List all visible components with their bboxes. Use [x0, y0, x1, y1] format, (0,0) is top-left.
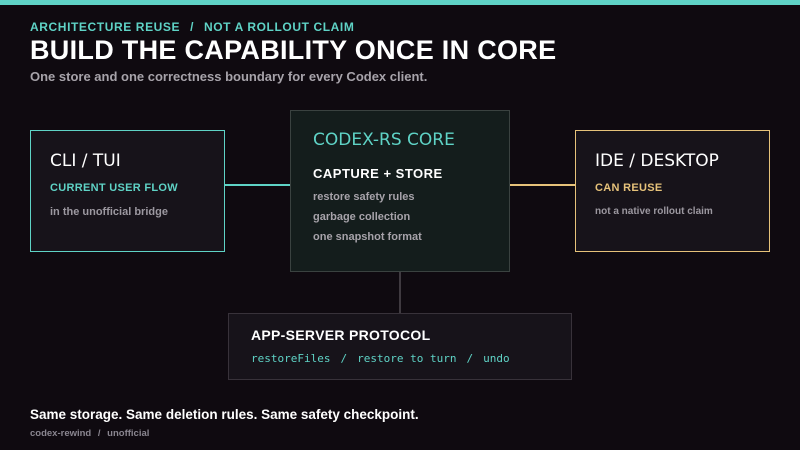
- method-separator: /: [340, 352, 348, 365]
- method-label: undo: [483, 352, 510, 365]
- footer-statement: Same storage. Same deletion rules. Same …: [30, 407, 419, 422]
- connector-core-app-server: [399, 272, 401, 313]
- core-item: garbage collection: [313, 211, 411, 223]
- ide-desktop-tag: CAN REUSE: [595, 182, 663, 194]
- app-server-box: APP-SERVER PROTOCOL restoreFiles / restore…: [228, 313, 572, 380]
- ide-desktop-note: not a native rollout claim: [595, 206, 713, 217]
- eyebrow-item: NOT A ROLLOUT CLAIM: [203, 20, 355, 34]
- app-server-heading: APP-SERVER PROTOCOL: [251, 327, 431, 343]
- method-label: restoreFiles: [251, 352, 331, 365]
- credit-item: codex-rewind: [30, 428, 92, 439]
- credit-item: unofficial: [107, 428, 150, 439]
- core-item: one snapshot format: [313, 231, 422, 243]
- page-title: BUILD THE CAPABILITY ONCE IN CORE: [30, 35, 557, 65]
- method-label: restore to turn: [357, 352, 457, 365]
- cli-tui-tag: CURRENT USER FLOW: [50, 182, 178, 194]
- top-accent-bar: [0, 0, 800, 5]
- ide-desktop-box: IDE / DESKTOP CAN REUSE not a native rol…: [575, 130, 770, 252]
- core-box: CODEX-RS CORE CAPTURE + STORE restore sa…: [290, 110, 510, 272]
- ide-desktop-heading: IDE / DESKTOP: [595, 151, 719, 171]
- cli-tui-heading: CLI / TUI: [50, 151, 121, 171]
- connector-core-ide: [510, 184, 575, 186]
- method-separator: /: [466, 352, 474, 365]
- eyebrow: ARCHITECTURE REUSE / NOT A ROLLOUT CLAIM: [30, 20, 354, 34]
- credit-separator: /: [97, 428, 101, 439]
- core-heading: CODEX-RS CORE: [313, 130, 455, 150]
- cli-tui-box: CLI / TUI CURRENT USER FLOW in the unoff…: [30, 130, 225, 252]
- footer-credit: codex-rewind / unofficial: [30, 428, 149, 439]
- page-subtitle: One store and one correctness boundary f…: [30, 69, 428, 84]
- eyebrow-separator: /: [190, 20, 195, 34]
- eyebrow-item: ARCHITECTURE REUSE: [30, 20, 181, 34]
- core-subheading: CAPTURE + STORE: [313, 166, 443, 181]
- cli-tui-note: in the unofficial bridge: [50, 206, 168, 218]
- connector-cli-core: [225, 184, 290, 186]
- core-item: restore safety rules: [313, 191, 415, 203]
- core-item-list: restore safety rules garbage collection …: [313, 190, 422, 250]
- app-server-methods: restoreFiles / restore to turn / undo: [251, 352, 510, 365]
